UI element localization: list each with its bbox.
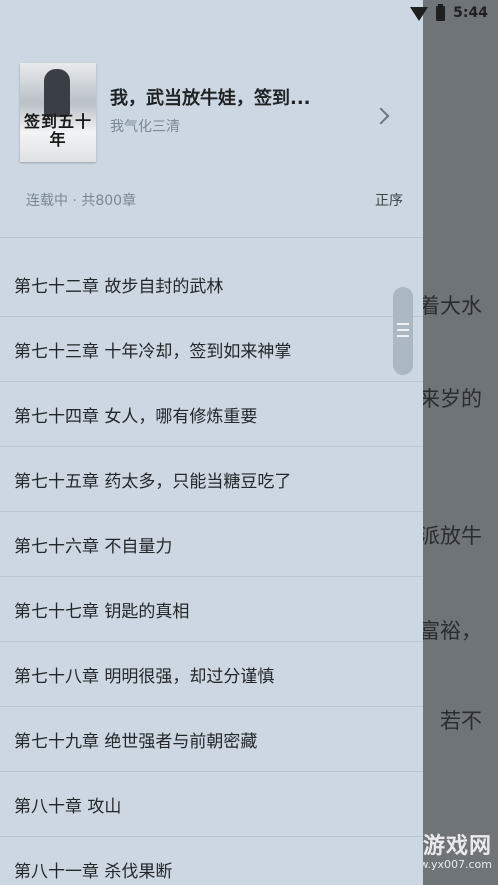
wifi-icon	[410, 7, 429, 21]
book-author: 我气化三清	[110, 119, 180, 135]
chapter-list: 第七十二章 故步自封的武林 第七十三章 十年冷却，签到如来神掌 第七十四章 女人…	[0, 252, 423, 885]
chapter-item[interactable]: 第七十六章 不自量力	[0, 512, 423, 577]
reader-text-line: 若不	[440, 709, 482, 733]
status-time: 5:44	[453, 5, 488, 21]
reader-text-line: 派放牛	[419, 524, 482, 548]
chapter-item[interactable]: 第七十二章 故步自封的武林	[0, 252, 423, 317]
chapter-item[interactable]: 第八十一章 杀伐果断	[0, 837, 423, 885]
sort-order-button[interactable]: 正序	[375, 190, 403, 210]
cover-title: 签到五十年	[24, 112, 93, 149]
chapter-item[interactable]: 第八十章 攻山	[0, 772, 423, 837]
book-cover[interactable]: 签到五十年	[20, 63, 96, 162]
chapter-item[interactable]: 第七十五章 药太多，只能当糖豆吃了	[0, 447, 423, 512]
chapter-item[interactable]: 第七十九章 绝世强者与前朝密藏	[0, 707, 423, 772]
chevron-right-icon[interactable]	[372, 107, 390, 125]
grip-line	[397, 329, 409, 331]
chapter-item[interactable]: 第七十八章 明明很强，却过分谨慎	[0, 642, 423, 707]
chapter-item[interactable]: 第七十三章 十年冷却，签到如来神掌	[0, 317, 423, 382]
reader-text-line: 着大水	[419, 294, 482, 318]
status-bar: 5:44	[0, 0, 498, 26]
chapter-drawer: 签到五十年 我，武当放牛娃，签到... 我气化三清 连载中 · 共800章 正序…	[0, 0, 423, 885]
book-title: 我，武当放牛娃，签到...	[110, 88, 311, 109]
chapter-item[interactable]: 第七十七章 钥匙的真相	[0, 577, 423, 642]
grip-line	[397, 335, 409, 337]
cover-figure-image	[44, 69, 70, 117]
reader-text-line: 来岁的	[419, 387, 482, 411]
grip-line	[397, 323, 409, 325]
book-info-header[interactable]: 签到五十年 我，武当放牛娃，签到... 我气化三清 连载中 · 共800章 正序	[0, 0, 423, 238]
battery-icon	[436, 3, 446, 21]
reader-text-line: 富裕，	[419, 619, 482, 643]
book-status: 连载中 · 共800章	[26, 193, 137, 209]
chapter-item[interactable]: 第七十四章 女人，哪有修炼重要	[0, 382, 423, 447]
scrollbar-thumb[interactable]	[393, 287, 413, 375]
